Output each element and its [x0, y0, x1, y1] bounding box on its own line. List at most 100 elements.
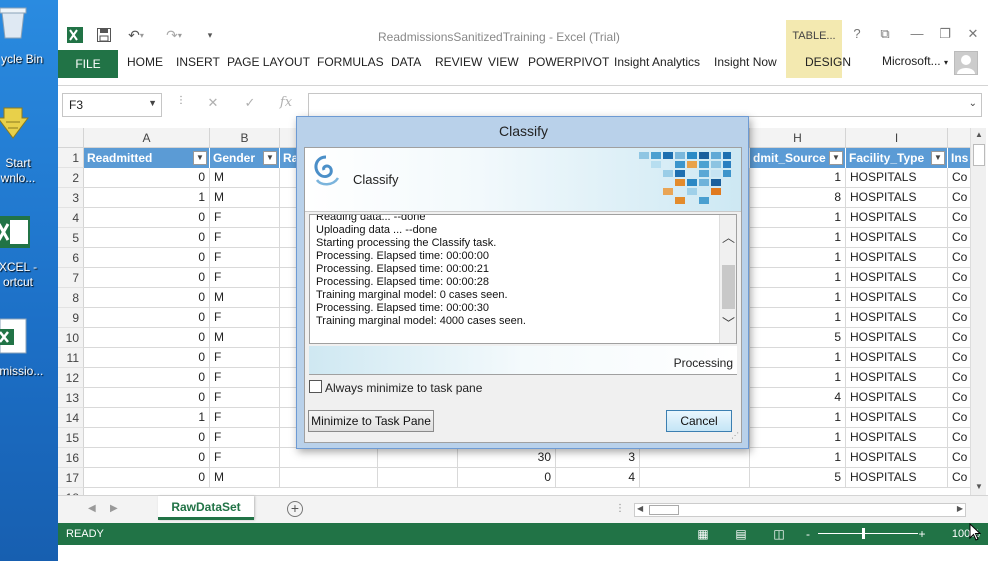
confirm-entry-icon[interactable]: ✓	[241, 95, 259, 113]
row-header[interactable]: 18	[58, 488, 84, 495]
start-download-shortcut[interactable]: Start wnlo...	[0, 102, 58, 185]
table-cell[interactable]: 0	[84, 168, 210, 188]
table-cell[interactable]: 1	[750, 308, 846, 328]
table-cell[interactable]: 30	[458, 448, 556, 468]
minimize-checkbox-label[interactable]: Always minimize to task pane	[325, 381, 482, 395]
column-header-j[interactable]	[948, 128, 970, 148]
tab-view[interactable]: VIEW	[488, 55, 519, 69]
column-header-h[interactable]: H	[750, 128, 846, 148]
table-cell[interactable]: Co	[948, 408, 970, 428]
table-cell[interactable]: Co	[948, 228, 970, 248]
table-cell[interactable]: Co	[948, 428, 970, 448]
table-cell[interactable]: 0	[84, 288, 210, 308]
row-header[interactable]: 11	[58, 348, 84, 368]
row-header[interactable]: 17	[58, 468, 84, 488]
chevron-up-icon[interactable]: ︿	[720, 227, 736, 246]
table-cell[interactable]: 0	[84, 208, 210, 228]
table-cell[interactable]: HOSPITALS	[846, 228, 948, 248]
table-cell[interactable]: HOSPITALS	[846, 448, 948, 468]
account-name[interactable]: Microsoft... ▾	[882, 54, 948, 68]
table-cell[interactable]: M	[210, 168, 280, 188]
table-cell[interactable]: 8	[750, 188, 846, 208]
filter-dropdown-icon[interactable]: ▼	[193, 151, 207, 165]
vertical-scroll-thumb[interactable]	[973, 144, 985, 166]
horizontal-scroll-thumb[interactable]	[649, 505, 679, 515]
table-cell[interactable]	[640, 468, 750, 488]
table-cell[interactable]: M	[210, 468, 280, 488]
table-cell[interactable]: F	[210, 208, 280, 228]
table-cell[interactable]: HOSPITALS	[846, 288, 948, 308]
table-cell[interactable]: F	[210, 348, 280, 368]
table-cell[interactable]: 0	[84, 468, 210, 488]
log-scroll-thumb[interactable]	[722, 265, 735, 309]
table-cell[interactable]: Co	[948, 328, 970, 348]
tab-design[interactable]: DESIGN	[805, 55, 851, 69]
undo-icon[interactable]: ↶ ▾	[124, 26, 148, 44]
table-cell[interactable]: Co	[948, 208, 970, 228]
minimize-checkbox[interactable]	[309, 380, 322, 393]
name-box[interactable]: F3 ▼	[62, 93, 162, 117]
tab-home[interactable]: HOME	[127, 55, 163, 69]
table-cell[interactable]: Co	[948, 308, 970, 328]
table-cell[interactable]	[640, 448, 750, 468]
filter-dropdown-icon[interactable]: ▼	[931, 151, 945, 165]
table-cell[interactable]: HOSPITALS	[846, 308, 948, 328]
table-cell[interactable]: 0	[84, 388, 210, 408]
formula-input[interactable]: ⌄	[308, 93, 982, 117]
table-cell[interactable]: HOSPITALS	[846, 328, 948, 348]
table-cell[interactable]: F	[210, 268, 280, 288]
table-cell[interactable]: F	[210, 448, 280, 468]
table-cell[interactable]: 4	[556, 468, 640, 488]
table-cell[interactable]: HOSPITALS	[846, 468, 948, 488]
scroll-down-icon[interactable]: ▼	[971, 482, 987, 491]
row-header[interactable]: 1	[58, 148, 84, 168]
chevron-down-icon[interactable]: ﹀	[720, 313, 736, 332]
new-sheet-button[interactable]: +	[287, 501, 303, 517]
resize-grip-icon[interactable]: ⋰	[731, 431, 739, 440]
table-cell[interactable]: F	[210, 408, 280, 428]
next-sheet-icon[interactable]: ▶	[110, 503, 118, 514]
excel-shortcut[interactable]: XCEL - ortcut	[0, 210, 58, 290]
table-cell[interactable]: 1	[750, 348, 846, 368]
tab-file[interactable]: FILE	[58, 50, 118, 78]
table-cell[interactable]: M	[210, 188, 280, 208]
table-cell[interactable]: Co	[948, 388, 970, 408]
table-cell[interactable]: M	[210, 328, 280, 348]
redo-icon[interactable]: ↷ ▾	[162, 26, 186, 44]
table-cell[interactable]: F	[210, 308, 280, 328]
row-header[interactable]: 15	[58, 428, 84, 448]
table-cell[interactable]: Co	[948, 368, 970, 388]
column-header-a[interactable]: A	[84, 128, 210, 148]
table-cell[interactable]: F	[210, 368, 280, 388]
filter-dropdown-icon[interactable]: ▼	[829, 151, 843, 165]
table-cell[interactable]: 1	[750, 448, 846, 468]
table-cell[interactable]: 4	[750, 388, 846, 408]
zoom-in-button[interactable]: +	[914, 526, 930, 542]
row-header[interactable]: 3	[58, 188, 84, 208]
table-cell[interactable]: 0	[84, 348, 210, 368]
table-cell[interactable]: 0	[84, 228, 210, 248]
row-header[interactable]: 7	[58, 268, 84, 288]
table-header-b[interactable]: Gender ▼	[210, 148, 280, 168]
table-cell[interactable]: Co	[948, 268, 970, 288]
table-header-a[interactable]: Readmitted ▼	[84, 148, 210, 168]
select-all-corner[interactable]	[58, 128, 84, 148]
avatar[interactable]	[954, 51, 978, 75]
scroll-left-icon[interactable]: ◀	[637, 504, 643, 513]
table-cell[interactable]: 5	[750, 328, 846, 348]
table-cell[interactable]: HOSPITALS	[846, 188, 948, 208]
tab-data[interactable]: DATA	[391, 55, 421, 69]
help-button[interactable]: ?	[846, 26, 868, 44]
row-header[interactable]: 9	[58, 308, 84, 328]
filter-dropdown-icon[interactable]: ▼	[263, 151, 277, 165]
table-cell[interactable]: 0	[84, 328, 210, 348]
table-cell[interactable]	[378, 448, 458, 468]
scroll-up-icon[interactable]: ▲	[971, 130, 987, 139]
table-cell[interactable]: 1	[84, 188, 210, 208]
table-cell[interactable]: Co	[948, 248, 970, 268]
row-header[interactable]: 5	[58, 228, 84, 248]
table-cell[interactable]: F	[210, 228, 280, 248]
row-header[interactable]: 4	[58, 208, 84, 228]
table-cell[interactable]: 1	[750, 268, 846, 288]
cancel-entry-icon[interactable]: ✕	[204, 95, 222, 113]
